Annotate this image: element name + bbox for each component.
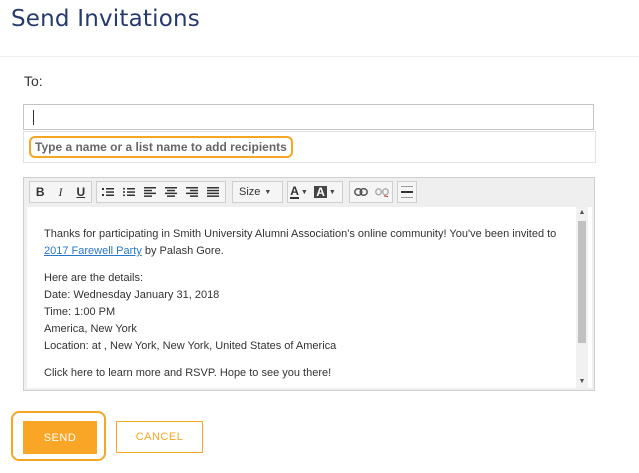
editor-content[interactable]: Thanks for participating in Smith Univer… <box>27 207 592 388</box>
location-line: Location: at , New York, New York, Unite… <box>44 340 337 352</box>
recipient-input[interactable] <box>23 104 594 130</box>
page-title: Send Invitations <box>11 6 200 32</box>
details-heading: Here are the details: <box>44 272 144 284</box>
background-color-button[interactable]: A ▼ <box>314 182 340 202</box>
align-center-icon[interactable] <box>160 182 181 202</box>
editor-scrollbar[interactable]: ▲ ▼ <box>576 207 588 388</box>
intro-paragraph: Thanks for participating in Smith Univer… <box>44 226 559 260</box>
event-link[interactable]: 2017 Farewell Party <box>44 245 142 257</box>
message-editor: B I U Size ▼ A ▼ A ▼ Thanks for particip… <box>23 177 595 391</box>
ordered-list-icon[interactable] <box>97 182 118 202</box>
text-cursor <box>33 110 34 125</box>
time-line: Time: 1:00 PM <box>44 306 116 318</box>
paragraph-group <box>96 181 226 203</box>
color-group: A ▼ A ▼ <box>287 181 343 203</box>
font-size-label: Size <box>239 186 261 198</box>
link-icon[interactable] <box>350 182 371 202</box>
cancel-button[interactable]: CANCEL <box>116 421 203 453</box>
message-body: Thanks for participating in Smith Univer… <box>44 226 559 382</box>
align-left-icon[interactable] <box>139 182 160 202</box>
link-group <box>349 181 393 203</box>
align-right-icon[interactable] <box>181 182 202 202</box>
recipient-hint: Type a name or a list name to add recipi… <box>29 136 293 158</box>
horizontal-rule-icon <box>398 182 416 202</box>
scrollbar-thumb[interactable] <box>578 221 586 343</box>
text-color-button[interactable]: A ▼ <box>288 182 314 202</box>
to-label: To: <box>24 73 43 89</box>
date-line: Date: Wednesday January 31, 2018 <box>44 289 220 301</box>
recipient-hint-box: Type a name or a list name to add recipi… <box>23 131 596 163</box>
bullet-list-icon[interactable] <box>118 182 139 202</box>
text-color-icon: A <box>290 184 299 199</box>
scroll-up-icon[interactable]: ▲ <box>576 207 588 219</box>
background-color-icon: A <box>314 185 327 199</box>
text-style-group: B I U <box>29 181 92 203</box>
host-text: by Palash Gore. <box>141 245 224 257</box>
scroll-down-icon[interactable]: ▼ <box>576 376 588 388</box>
chevron-down-icon: ▼ <box>264 188 272 196</box>
title-divider <box>0 56 639 57</box>
underline-button[interactable]: U <box>71 182 91 202</box>
cta-line: Click here to learn more and RSVP. Hope … <box>44 367 332 379</box>
italic-button[interactable]: I <box>50 182 70 202</box>
align-justify-icon[interactable] <box>202 182 223 202</box>
intro-text: Thanks for participating in Smith Univer… <box>44 228 557 240</box>
bold-button[interactable]: B <box>30 182 50 202</box>
horizontal-rule-button[interactable] <box>397 181 417 203</box>
timezone-line: America, New York <box>44 323 137 335</box>
unlink-icon[interactable] <box>371 182 392 202</box>
font-size-dropdown[interactable]: Size ▼ <box>232 181 283 203</box>
send-button[interactable]: SEND <box>23 421 97 454</box>
